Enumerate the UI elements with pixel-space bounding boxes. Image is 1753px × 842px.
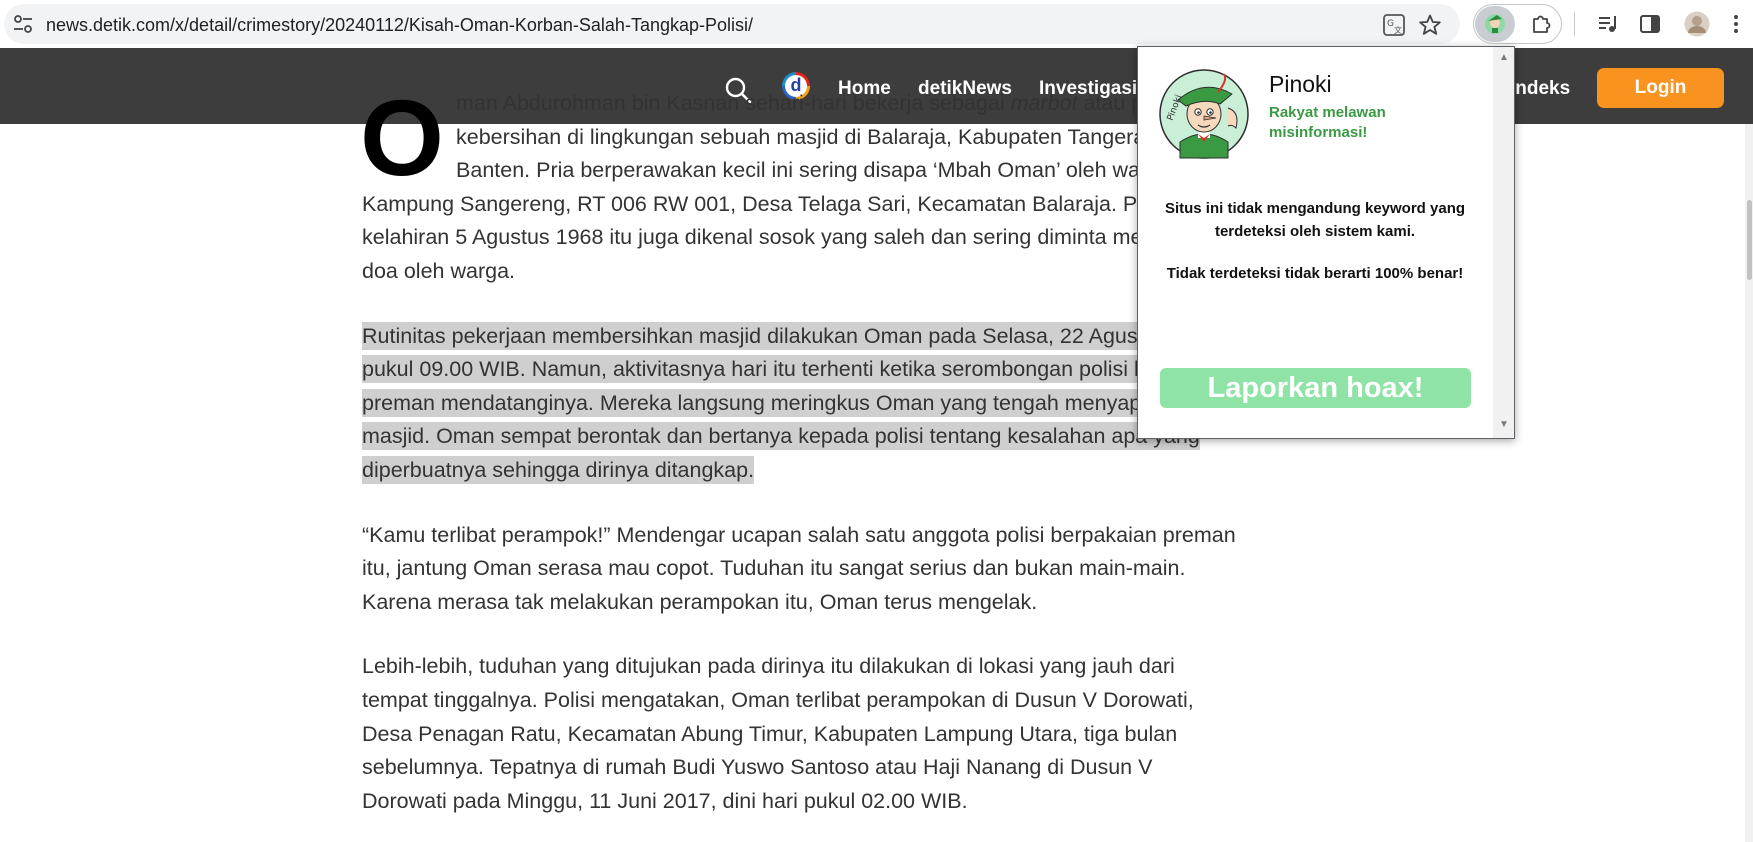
url-text[interactable]: news.detik.com/x/detail/crimestory/20240…	[46, 15, 753, 36]
scroll-up-icon[interactable]: ▲	[1498, 52, 1510, 64]
paragraph-text: atau petugas kebersihan di lingkungan se…	[362, 91, 1212, 283]
pinoki-extension-button[interactable]	[1475, 6, 1515, 42]
popup-subtitle: Rakyat melawan misinformasi!	[1269, 104, 1386, 141]
nav-indeks[interactable]: Indeks	[1510, 78, 1570, 100]
login-button[interactable]: Login	[1597, 68, 1724, 108]
article-paragraph-2: Rutinitas pekerjaan membersihkan masjid …	[362, 320, 1242, 488]
address-bar[interactable]: news.detik.com/x/detail/crimestory/20240…	[4, 4, 1460, 44]
article-body: Oman Abdurohman bin Kasnan sehari-hari b…	[360, 77, 1242, 842]
drop-cap: O	[360, 77, 445, 198]
highlighted-text: Rutinitas pekerjaan membersihkan masjid …	[362, 321, 1242, 484]
page-scrollbar-thumb[interactable]	[1747, 200, 1752, 280]
site-info-icon[interactable]	[13, 15, 33, 33]
pinoki-mascot-logo: Pinoki	[1159, 69, 1249, 159]
article-paragraph-1: Oman Abdurohman bin Kasnan sehari-hari b…	[360, 77, 1242, 289]
svg-text:文: 文	[1394, 25, 1402, 35]
puzzle-icon[interactable]	[1530, 12, 1554, 36]
report-hoax-button[interactable]: Laporkan hoax!	[1160, 368, 1471, 408]
scroll-down-icon[interactable]: ▼	[1498, 419, 1510, 431]
translate-icon[interactable]: G 文	[1383, 14, 1405, 36]
star-icon[interactable]	[1419, 14, 1441, 36]
media-queue-icon[interactable]	[1596, 12, 1620, 36]
pinoki-extension-icon[interactable]	[1484, 13, 1506, 35]
article-paragraph-3: “Kamu terlibat perampok!” Mendengar ucap…	[362, 522, 1236, 614]
profile-avatar[interactable]	[1684, 11, 1710, 37]
detection-message: Situs ini tidak mengandung keyword yang …	[1164, 200, 1466, 240]
detection-disclaimer: Tidak terdeteksi tidak berarti 100% bena…	[1166, 265, 1464, 282]
side-panel-icon[interactable]	[1638, 12, 1662, 36]
article-paragraph-4: Lebih-lebih, tuduhan yang ditujukan pada…	[362, 654, 1194, 813]
toolbar-separator	[1574, 12, 1575, 36]
popup-scrollbar[interactable]	[1493, 47, 1514, 438]
paragraph-text: man Abdurohman bin Kasnan sehari-hari be…	[456, 91, 1011, 115]
svg-text:G: G	[1387, 19, 1394, 29]
italic-term: marbot	[1010, 91, 1078, 115]
kebab-menu-icon[interactable]	[1732, 12, 1740, 36]
popup-title: Pinoki	[1269, 71, 1332, 97]
browser-toolbar: news.detik.com/x/detail/crimestory/20240…	[0, 0, 1753, 48]
